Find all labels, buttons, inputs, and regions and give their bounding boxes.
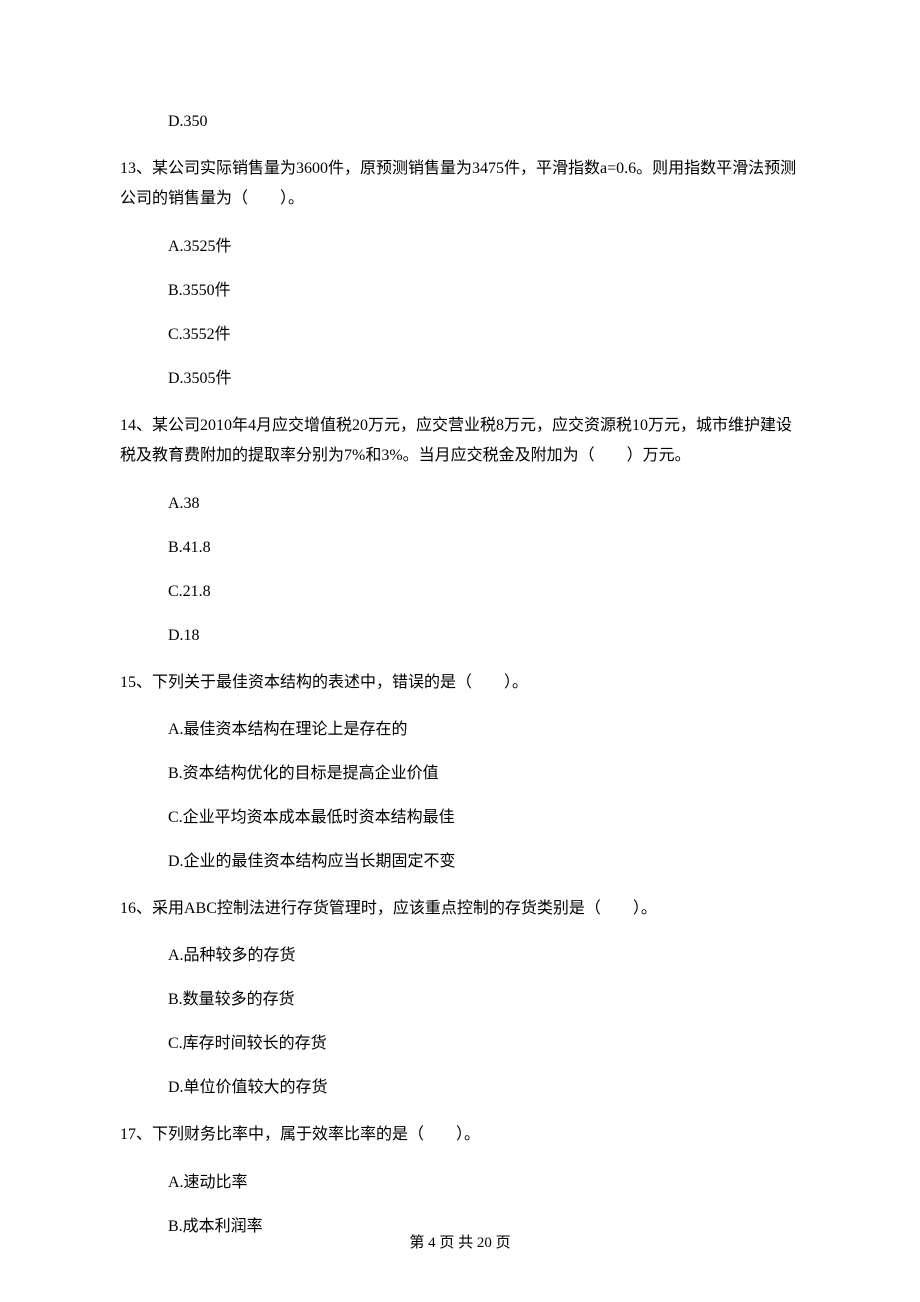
q13-option-d[interactable]: D.3505件 bbox=[120, 367, 800, 391]
q17-stem: 17、下列财务比率中，属于效率比率的是（ ）。 bbox=[120, 1120, 800, 1150]
q14-stem: 14、某公司2010年4月应交增值税20万元，应交营业税8万元，应交资源税10万… bbox=[120, 411, 800, 472]
q17-option-a[interactable]: A.速动比率 bbox=[120, 1171, 800, 1195]
q13-stem: 13、某公司实际销售量为3600件，原预测销售量为3475件，平滑指数a=0.6… bbox=[120, 154, 800, 215]
q12-option-d[interactable]: D.350 bbox=[120, 110, 800, 134]
q16-option-a[interactable]: A.品种较多的存货 bbox=[120, 944, 800, 968]
q13-option-a[interactable]: A.3525件 bbox=[120, 235, 800, 259]
q14-option-d[interactable]: D.18 bbox=[120, 624, 800, 648]
q14-option-b[interactable]: B.41.8 bbox=[120, 536, 800, 560]
q14-option-a[interactable]: A.38 bbox=[120, 492, 800, 516]
q15-option-d[interactable]: D.企业的最佳资本结构应当长期固定不变 bbox=[120, 850, 800, 874]
q15-option-b[interactable]: B.资本结构优化的目标是提高企业价值 bbox=[120, 762, 800, 786]
q13-option-b[interactable]: B.3550件 bbox=[120, 279, 800, 303]
q14-option-c[interactable]: C.21.8 bbox=[120, 580, 800, 604]
q16-stem: 16、采用ABC控制法进行存货管理时，应该重点控制的存货类别是（ ）。 bbox=[120, 894, 800, 924]
q16-option-d[interactable]: D.单位价值较大的存货 bbox=[120, 1076, 800, 1100]
q15-option-c[interactable]: C.企业平均资本成本最低时资本结构最佳 bbox=[120, 806, 800, 830]
q16-option-b[interactable]: B.数量较多的存货 bbox=[120, 988, 800, 1012]
page-footer: 第 4 页 共 20 页 bbox=[0, 1232, 920, 1255]
q13-option-c[interactable]: C.3552件 bbox=[120, 323, 800, 347]
q16-option-c[interactable]: C.库存时间较长的存货 bbox=[120, 1032, 800, 1056]
q15-option-a[interactable]: A.最佳资本结构在理论上是存在的 bbox=[120, 718, 800, 742]
q15-stem: 15、下列关于最佳资本结构的表述中，错误的是（ ）。 bbox=[120, 668, 800, 698]
